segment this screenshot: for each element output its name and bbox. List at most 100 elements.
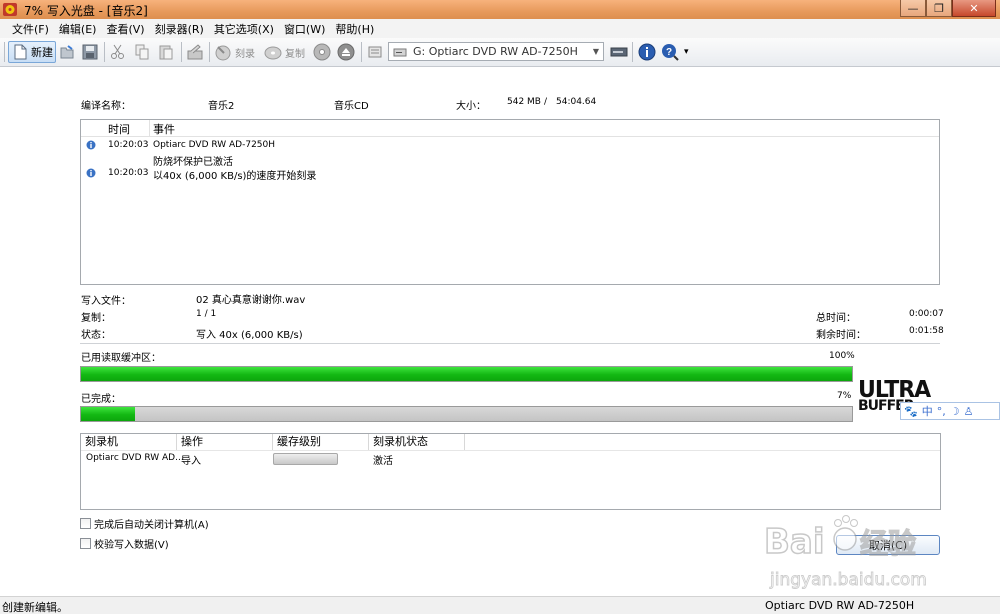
log-col-event: 事件 xyxy=(153,123,175,136)
minimize-button[interactable]: — xyxy=(900,0,926,17)
recorder-state: 激活 xyxy=(373,456,393,467)
table-row[interactable]: Optiarc DVD RW AD... 导入 激活 xyxy=(81,451,940,467)
buffer-progress-fill xyxy=(81,367,852,381)
size-separator: / xyxy=(544,97,548,107)
restore-button[interactable]: ❐ xyxy=(926,0,952,17)
menu-recorder[interactable]: 刻录器(R) xyxy=(150,21,209,37)
remaining-time-value: 0:01:58 xyxy=(909,326,944,336)
burn-icon xyxy=(215,45,231,61)
shutdown-label: 完成后自动关闭计算机(A) xyxy=(94,520,209,531)
save-button[interactable] xyxy=(81,41,99,63)
open-button[interactable] xyxy=(58,41,76,63)
close-button[interactable]: ✕ xyxy=(952,0,996,17)
menu-help[interactable]: 帮助(H) xyxy=(330,21,379,37)
drive-select-value: G: Optiarc DVD RW AD-7250H xyxy=(413,45,578,58)
done-label: 已完成： xyxy=(81,394,121,405)
ime-punct[interactable]: °, xyxy=(937,405,946,418)
app-icon xyxy=(3,3,17,16)
cut-button[interactable] xyxy=(109,41,127,63)
moon-icon[interactable]: ☽ xyxy=(950,405,960,418)
duration-value: 54:04.64 xyxy=(556,97,597,107)
burn-label: 刻录 xyxy=(235,48,255,60)
recorder-table[interactable]: 刻录机 操作 缓存级别 刻录机状态 Optiarc DVD RW AD... 导… xyxy=(80,433,941,510)
size-value: 542 MB xyxy=(507,97,541,107)
help-search-icon: ? xyxy=(662,44,679,61)
copy-icon xyxy=(135,44,149,60)
log-col-time[interactable]: 时间 xyxy=(108,121,130,137)
user-icon[interactable]: ♙ xyxy=(964,405,974,418)
col-recorder[interactable]: 刻录机 xyxy=(81,434,177,450)
ime-mode[interactable]: 中 xyxy=(922,403,933,419)
close-icon: ✕ xyxy=(969,1,979,15)
toolbar-overflow-button[interactable]: ▾ xyxy=(684,41,689,63)
menu-window[interactable]: 窗口(W) xyxy=(279,21,330,37)
toolbar: 新建 刻录 复制 G: Optiarc DVD RW AD-7250H ▼ ? … xyxy=(0,38,1000,67)
state-label: 状态： xyxy=(81,330,111,341)
event-log[interactable]: 时间 事件 10:20:03 Optiarc DVD RW AD-7250H 防… xyxy=(80,119,940,285)
column-divider xyxy=(149,120,150,136)
copies-value: 1 / 1 xyxy=(196,309,217,319)
recorder-action: 导入 xyxy=(181,456,201,467)
menu-file[interactable]: 文件(F) xyxy=(0,21,54,37)
shutdown-checkbox[interactable] xyxy=(80,518,91,529)
shutdown-option[interactable]: 完成后自动关闭计算机(A) xyxy=(80,516,209,531)
done-percent: 7% xyxy=(837,391,852,401)
log-entry-time: 10:20:03 xyxy=(108,168,149,178)
paw-icon: 🐾 xyxy=(904,404,918,418)
restore-icon: ❐ xyxy=(934,1,944,15)
properties-button[interactable] xyxy=(186,41,204,63)
svg-text:?: ? xyxy=(666,47,672,58)
window-controls: — ❐ ✕ xyxy=(900,0,996,18)
log-entry-text: Optiarc DVD RW AD-7250H xyxy=(153,140,276,150)
log-entry-text: 以40x (6,000 KB/s)的速度开始刻录 xyxy=(153,171,317,182)
col-buffer[interactable]: 缓存级别 xyxy=(273,434,369,450)
total-time-value: 0:00:07 xyxy=(909,309,944,319)
state-value: 写入 40x (6,000 KB/s) xyxy=(196,330,303,341)
copy-disc-button[interactable]: 复制 xyxy=(264,41,305,63)
copies-label: 复制： xyxy=(81,313,111,324)
title-bar[interactable]: 7% 写入光盘 - [音乐2] — ❐ ✕ xyxy=(0,0,1000,19)
ime-toolbar[interactable]: 🐾 中 °, ☽ ♙ xyxy=(900,402,1000,420)
paste-button[interactable] xyxy=(157,41,175,63)
menu-edit[interactable]: 编辑(E) xyxy=(54,21,102,37)
drive-list-icon xyxy=(368,46,382,58)
compile-type: 音乐CD xyxy=(334,101,369,112)
save-icon xyxy=(82,44,98,60)
remaining-time-label: 剩余时间： xyxy=(816,330,866,341)
compile-name-label: 编译名称： xyxy=(81,101,131,112)
info-button[interactable] xyxy=(638,41,656,63)
info-icon xyxy=(86,168,96,178)
disc-info-button[interactable] xyxy=(313,41,331,63)
new-button[interactable]: 新建 xyxy=(8,41,56,63)
drive-icon xyxy=(393,48,407,56)
burn-progress-fill xyxy=(81,407,135,421)
menu-bar: 文件(F) 编辑(E) 查看(V) 刻录器(R) 其它选项(X) 窗口(W) 帮… xyxy=(0,19,1000,38)
eject-button[interactable] xyxy=(337,41,355,63)
open-icon xyxy=(60,45,74,59)
drive-select[interactable]: G: Optiarc DVD RW AD-7250H ▼ xyxy=(388,42,604,61)
log-header: 时间 事件 xyxy=(81,120,939,137)
toolbar-separator xyxy=(181,42,182,62)
info-icon xyxy=(638,43,656,61)
verify-checkbox[interactable] xyxy=(80,538,91,549)
copy-button-small[interactable] xyxy=(133,41,151,63)
status-bar: 创建新编辑。 Optiarc DVD RW AD-7250H xyxy=(0,596,1000,614)
drive-info-icon xyxy=(610,47,628,57)
toolbar-separator xyxy=(104,42,105,62)
recorder-name: Optiarc DVD RW AD... xyxy=(86,453,184,463)
copy-disc-icon xyxy=(264,46,282,60)
paste-icon xyxy=(159,45,173,60)
copy-disc-label: 复制 xyxy=(285,48,305,60)
menu-extras[interactable]: 其它选项(X) xyxy=(209,21,279,37)
verify-option[interactable]: 校验写入数据(V) xyxy=(80,536,169,551)
writing-file-value: 02 真心真意谢谢你.wav xyxy=(196,295,306,306)
buffer-percent: 100% xyxy=(829,351,855,361)
col-recorder-state[interactable]: 刻录机状态 xyxy=(369,434,465,450)
menu-view[interactable]: 查看(V) xyxy=(101,21,149,37)
burn-button[interactable]: 刻录 xyxy=(214,41,255,63)
svg-text:jingyan.baidu.com: jingyan.baidu.com xyxy=(769,570,927,590)
drive-info-button[interactable] xyxy=(610,41,628,63)
col-action[interactable]: 操作 xyxy=(177,434,273,450)
drive-dropdown-icon-button[interactable] xyxy=(366,41,384,63)
help-button[interactable]: ? xyxy=(661,41,679,63)
